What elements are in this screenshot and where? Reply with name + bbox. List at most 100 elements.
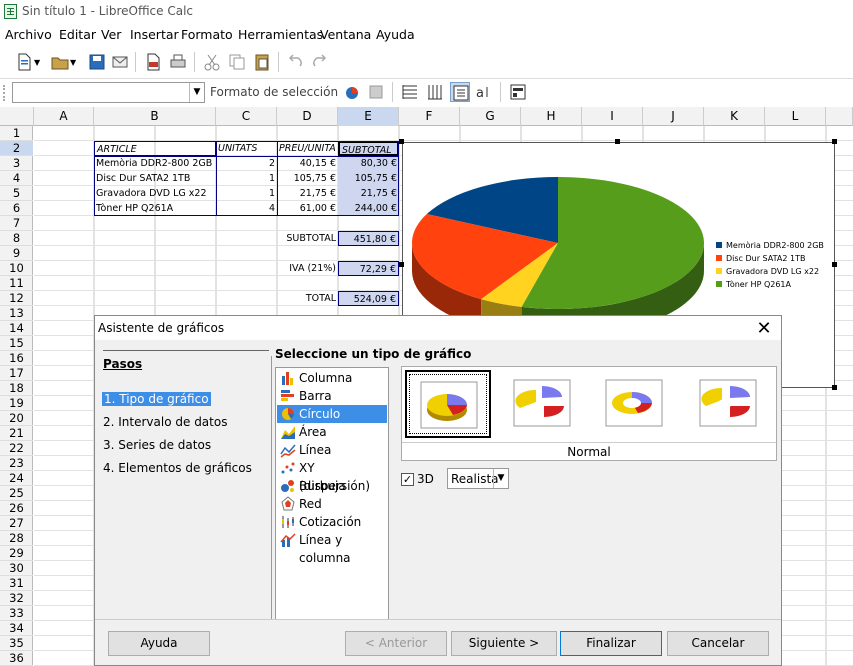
help-button[interactable]: Ayuda bbox=[108, 631, 210, 656]
print-icon[interactable] bbox=[168, 52, 188, 72]
row-header[interactable]: 3 bbox=[0, 156, 33, 171]
menu-ayuda[interactable]: Ayuda bbox=[376, 27, 415, 42]
row-header[interactable]: 4 bbox=[0, 171, 33, 186]
cell-c3[interactable]: 2 bbox=[216, 156, 277, 171]
cell-b2[interactable]: ARTICLE bbox=[94, 141, 216, 156]
row-header[interactable]: 30 bbox=[0, 561, 33, 576]
chart-element-select[interactable]: ▼ bbox=[12, 82, 205, 103]
resize-handle[interactable] bbox=[832, 139, 837, 144]
cell-c6[interactable]: 4 bbox=[216, 201, 277, 216]
column-header[interactable]: J bbox=[643, 107, 704, 126]
row-header[interactable]: 2 bbox=[0, 141, 33, 156]
redo-icon[interactable] bbox=[310, 52, 330, 72]
open-dropdown-icon[interactable]: ▼ bbox=[70, 58, 80, 78]
cell-e5[interactable]: 21,75 € bbox=[338, 186, 399, 201]
column-header[interactable]: C bbox=[216, 107, 277, 126]
resize-handle[interactable] bbox=[832, 385, 837, 390]
variant-donut[interactable] bbox=[592, 370, 678, 438]
chart-type-icon[interactable] bbox=[343, 82, 363, 102]
row-header[interactable]: 27 bbox=[0, 516, 33, 531]
cell-b6[interactable]: Tòner HP Q261A bbox=[94, 201, 216, 216]
menu-ventana[interactable]: Ventana bbox=[320, 27, 371, 42]
cell-b3[interactable]: Memòria DDR2-800 2GB bbox=[94, 156, 216, 171]
new-document-icon[interactable] bbox=[14, 52, 34, 72]
chart-type-stock[interactable]: Cotización bbox=[277, 513, 387, 531]
row-header[interactable]: 19 bbox=[0, 396, 33, 411]
export-pdf-icon[interactable] bbox=[143, 52, 163, 72]
row-header[interactable]: 5 bbox=[0, 186, 33, 201]
cell-c5[interactable]: 1 bbox=[216, 186, 277, 201]
3d-checkbox[interactable]: ✓ bbox=[401, 473, 414, 486]
chart-type-column-line[interactable]: Línea y columna bbox=[277, 531, 387, 565]
close-icon[interactable]: ✕ bbox=[755, 318, 773, 339]
row-header[interactable]: 9 bbox=[0, 246, 33, 261]
cancel-button[interactable]: Cancelar bbox=[667, 631, 769, 656]
cell-d3[interactable]: 40,15 € bbox=[277, 156, 338, 171]
row-header[interactable]: 13 bbox=[0, 306, 33, 321]
chart-type-net[interactable]: Red bbox=[277, 495, 387, 513]
resize-handle[interactable] bbox=[399, 262, 404, 267]
cell-d2[interactable]: PREU/UNITA bbox=[277, 141, 338, 156]
step-chart-type[interactable]: 1. Tipo de gráfico bbox=[102, 392, 211, 406]
cell-e12[interactable]: 524,09 € bbox=[338, 291, 399, 306]
row-header[interactable]: 10 bbox=[0, 261, 33, 276]
step-data-range[interactable]: 2. Intervalo de datos bbox=[103, 415, 227, 429]
row-header[interactable]: 18 bbox=[0, 381, 33, 396]
menu-herramientas[interactable]: Herramientas bbox=[238, 27, 323, 42]
chart-type-bubble[interactable]: Burbuja bbox=[277, 477, 387, 495]
step-data-series[interactable]: 3. Series de datos bbox=[103, 438, 211, 452]
3d-label[interactable]: 3D bbox=[417, 472, 434, 486]
cell-b4[interactable]: Disc Dur SATA2 1TB bbox=[94, 171, 216, 186]
cell-e6[interactable]: 244,00 € bbox=[338, 201, 399, 216]
finish-button[interactable]: Finalizar bbox=[560, 631, 662, 656]
row-header[interactable]: 31 bbox=[0, 576, 33, 591]
row-header[interactable]: 15 bbox=[0, 336, 33, 351]
column-header[interactable]: I bbox=[582, 107, 643, 126]
variant-exploded[interactable] bbox=[500, 370, 586, 438]
row-header[interactable]: 6 bbox=[0, 201, 33, 216]
chart-type-bar[interactable]: Barra bbox=[277, 387, 387, 405]
row-header[interactable]: 33 bbox=[0, 606, 33, 621]
cell-e3[interactable]: 80,30 € bbox=[338, 156, 399, 171]
cell-c2[interactable]: UNITATS bbox=[216, 141, 277, 156]
open-folder-icon[interactable] bbox=[50, 52, 70, 72]
resize-handle[interactable] bbox=[615, 139, 620, 144]
chart-type-list[interactable]: Columna Barra Círculo Área Línea XY (dis… bbox=[275, 367, 389, 620]
cut-icon[interactable] bbox=[202, 52, 222, 72]
row-header[interactable]: 17 bbox=[0, 366, 33, 381]
menu-archivo[interactable]: Archivo bbox=[5, 27, 52, 42]
variant-exploded-donut[interactable] bbox=[686, 370, 772, 438]
column-header[interactable]: L bbox=[765, 107, 826, 126]
chart-area-icon[interactable] bbox=[366, 82, 386, 102]
row-header[interactable]: 1 bbox=[0, 126, 33, 141]
menu-editar[interactable]: Editar bbox=[59, 27, 96, 42]
row-header[interactable]: 21 bbox=[0, 426, 33, 441]
row-header[interactable]: 22 bbox=[0, 441, 33, 456]
chart-type-area[interactable]: Área bbox=[277, 423, 387, 441]
paste-icon[interactable] bbox=[252, 52, 272, 72]
resize-handle[interactable] bbox=[399, 139, 404, 144]
chevron-down-icon[interactable]: ▼ bbox=[493, 469, 508, 488]
step-chart-elements[interactable]: 4. Elementos de gráficos bbox=[103, 461, 252, 475]
row-header[interactable]: 7 bbox=[0, 216, 33, 231]
row-header[interactable]: 8 bbox=[0, 231, 33, 246]
row-header[interactable]: 32 bbox=[0, 591, 33, 606]
row-header[interactable]: 11 bbox=[0, 276, 33, 291]
back-button[interactable]: < Anterior bbox=[345, 631, 447, 656]
email-icon[interactable] bbox=[110, 52, 130, 72]
column-header[interactable]: E bbox=[338, 107, 399, 126]
column-header[interactable]: A bbox=[34, 107, 94, 126]
row-header[interactable]: 28 bbox=[0, 531, 33, 546]
undo-icon[interactable] bbox=[285, 52, 305, 72]
cell-d8[interactable]: SUBTOTAL bbox=[277, 231, 338, 246]
chevron-down-icon[interactable]: ▼ bbox=[189, 83, 204, 102]
row-header[interactable]: 23 bbox=[0, 456, 33, 471]
column-header[interactable] bbox=[826, 107, 853, 126]
copy-icon[interactable] bbox=[227, 52, 247, 72]
row-header[interactable]: 25 bbox=[0, 486, 33, 501]
legend-on-off-icon[interactable] bbox=[450, 82, 470, 102]
row-header[interactable]: 12 bbox=[0, 291, 33, 306]
vertical-grids-icon[interactable] bbox=[425, 82, 445, 102]
automatic-layout-icon[interactable] bbox=[508, 82, 528, 102]
variant-normal[interactable] bbox=[405, 370, 491, 438]
